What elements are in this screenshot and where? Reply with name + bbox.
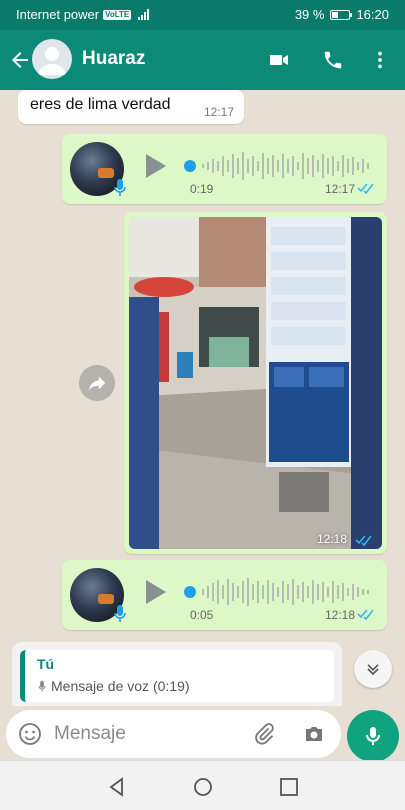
image-message[interactable]: 12:18 <box>124 212 387 554</box>
message-time: 12:18 <box>316 532 347 546</box>
recents-nav-icon[interactable] <box>278 776 300 798</box>
reply-text: Mensaje de voz (0:19) <box>51 678 190 694</box>
arrow-left-icon[interactable] <box>8 48 32 72</box>
mic-icon <box>114 605 126 622</box>
attach-icon[interactable] <box>252 722 276 746</box>
message-text: eres de lima verdad <box>30 96 171 113</box>
quoted-message[interactable]: Tú Mensaje de voz (0:19) <box>20 650 334 702</box>
voice-duration: 0:19 <box>190 182 214 196</box>
system-nav-bar <box>0 760 405 810</box>
double-check-icon <box>357 183 374 194</box>
emoji-icon[interactable] <box>18 722 42 746</box>
clock: 16:20 <box>356 7 389 22</box>
double-chevron-down-icon <box>367 664 379 676</box>
play-icon[interactable] <box>146 580 166 604</box>
message-time: 12:17 <box>324 182 355 196</box>
message-time: 12:18 <box>324 608 355 622</box>
default-avatar-icon <box>38 47 66 75</box>
carrier-label: Internet power <box>16 7 100 22</box>
mic-icon <box>114 179 126 196</box>
playback-position-handle[interactable] <box>184 160 196 172</box>
avatar[interactable] <box>32 39 72 79</box>
waveform[interactable] <box>202 576 370 608</box>
more-vert-icon[interactable] <box>366 46 394 74</box>
reply-preview: Tú Mensaje de voz (0:19) <box>12 642 342 706</box>
contact-name[interactable]: Huaraz <box>82 48 145 70</box>
forward-icon[interactable] <box>79 365 115 401</box>
mic-icon <box>38 680 46 691</box>
photo-content <box>129 217 382 549</box>
double-check-icon <box>357 609 374 620</box>
battery-percent: 39 % <box>294 7 325 22</box>
reply-author: Tú <box>37 656 55 672</box>
scroll-to-bottom-button[interactable] <box>354 650 392 688</box>
waveform[interactable] <box>202 150 370 182</box>
voice-message[interactable]: 0:05 12:18 <box>62 560 387 630</box>
phone-icon[interactable] <box>319 46 347 74</box>
video-call-icon[interactable] <box>265 46 293 74</box>
message-time: 12:17 <box>203 105 234 119</box>
home-nav-icon[interactable] <box>192 776 214 798</box>
reply-text-row: Mensaje de voz (0:19) <box>37 678 190 694</box>
playback-position-handle[interactable] <box>184 586 196 598</box>
chat-area[interactable]: eres de lima verdad 12:17 0:19 12:17 12:… <box>0 90 405 760</box>
signal-icon <box>138 9 150 20</box>
record-voice-button[interactable] <box>347 710 399 760</box>
voice-duration: 0:05 <box>190 608 214 622</box>
chat-header: Huaraz <box>0 30 405 90</box>
back-nav-icon[interactable] <box>106 776 128 798</box>
battery-icon <box>330 9 353 20</box>
photo[interactable] <box>129 217 382 549</box>
status-bar: Internet power VoLTE 39 % 16:20 <box>0 0 405 30</box>
incoming-message[interactable]: eres de lima verdad 12:17 <box>18 90 244 124</box>
double-check-icon <box>355 535 372 546</box>
message-input[interactable]: Mensaje <box>54 723 126 745</box>
play-icon[interactable] <box>146 154 166 178</box>
camera-icon[interactable] <box>302 722 326 746</box>
mic-icon <box>366 727 380 745</box>
message-input-bar[interactable]: Mensaje <box>6 710 341 758</box>
voice-message[interactable]: 0:19 12:17 <box>62 134 387 204</box>
volte-badge: VoLTE <box>103 9 132 20</box>
